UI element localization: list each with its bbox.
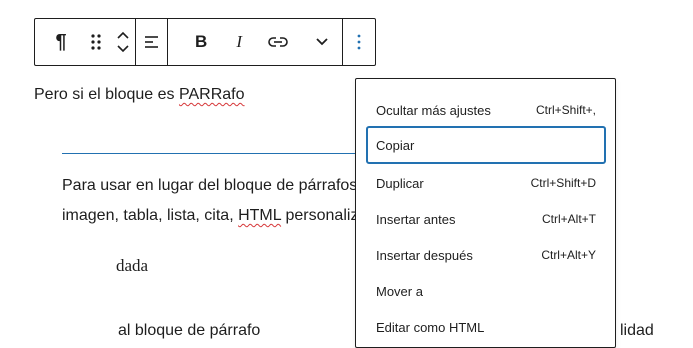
chevron-down-icon[interactable]	[116, 44, 130, 54]
menu-item-label: Mover a	[376, 283, 423, 299]
menu-item-duplicate[interactable]: Duplicar Ctrl+Shift+D	[366, 164, 606, 202]
menu-item-shortcut: Ctrl+Shift+D	[530, 176, 596, 190]
link-icon[interactable]	[258, 24, 298, 60]
chevron-down-icon[interactable]	[302, 24, 342, 60]
misspelled-word: PARRafo	[178, 86, 245, 103]
separator	[62, 153, 362, 154]
verse-block[interactable]: dada	[116, 256, 148, 276]
paragraph-block[interactable]: Para usar en lugar del bloque de párrafo…	[62, 171, 358, 231]
menu-item-insert-after[interactable]: Insertar después Ctrl+Alt+Y	[366, 236, 606, 274]
menu-item-move-to[interactable]: Mover a	[366, 272, 606, 310]
menu-item-hide-settings[interactable]: Ocultar más ajustes Ctrl+Shift+,	[366, 91, 606, 129]
bold-button[interactable]: B	[184, 24, 218, 60]
paragraph-text: Pero si el bloque es	[34, 86, 179, 103]
misspelled-word: HTML	[238, 207, 282, 224]
chevron-up-icon[interactable]	[116, 30, 130, 40]
paragraph-line: Para usar en lugar del bloque de párrafo…	[62, 177, 358, 194]
more-vertical-icon[interactable]	[356, 24, 362, 60]
block-options-menu: Ocultar más ajustes Ctrl+Shift+, Copiar …	[355, 78, 616, 348]
menu-item-insert-before[interactable]: Insertar antes Ctrl+Alt+T	[366, 200, 606, 238]
menu-item-label: Insertar antes	[376, 211, 456, 227]
paragraph-text: personalizado	[285, 207, 359, 224]
menu-item-label: Copiar	[376, 137, 415, 153]
drag-handle-icon[interactable]	[79, 24, 113, 60]
align-left-icon[interactable]	[143, 24, 161, 60]
block-controls-group: ¶	[35, 19, 136, 65]
paragraph-text: al bloque de párrafo	[118, 322, 261, 339]
paragraph-line: imagen, tabla, lista, cita, HTML persona…	[62, 201, 358, 231]
menu-item-label: Ocultar más ajustes	[376, 102, 491, 118]
italic-button[interactable]: I	[222, 24, 256, 60]
menu-item-shortcut: Ctrl+Shift+,	[535, 103, 596, 117]
menu-item-label: Duplicar	[376, 175, 424, 191]
menu-item-shortcut: Ctrl+Alt+T	[541, 212, 596, 226]
menu-item-shortcut: Ctrl+Alt+Y	[541, 248, 596, 262]
block-toolbar: ¶ B I	[34, 18, 376, 66]
format-group: B I	[168, 19, 344, 65]
paragraph-block[interactable]: Pero si el bloque es PARRafo	[34, 84, 245, 106]
block-mover	[111, 24, 135, 60]
menu-item-edit-html[interactable]: Editar como HTML	[366, 308, 606, 346]
paragraph-text: lidad	[620, 322, 654, 339]
paragraph-icon[interactable]: ¶	[49, 24, 73, 60]
menu-item-label: Insertar después	[376, 247, 473, 263]
options-group	[343, 19, 375, 65]
align-group	[136, 19, 169, 65]
paragraph-text: imagen, tabla, lista, cita,	[62, 207, 239, 224]
menu-item-label: Editar como HTML	[376, 319, 485, 335]
menu-item-copy[interactable]: Copiar	[366, 126, 606, 164]
